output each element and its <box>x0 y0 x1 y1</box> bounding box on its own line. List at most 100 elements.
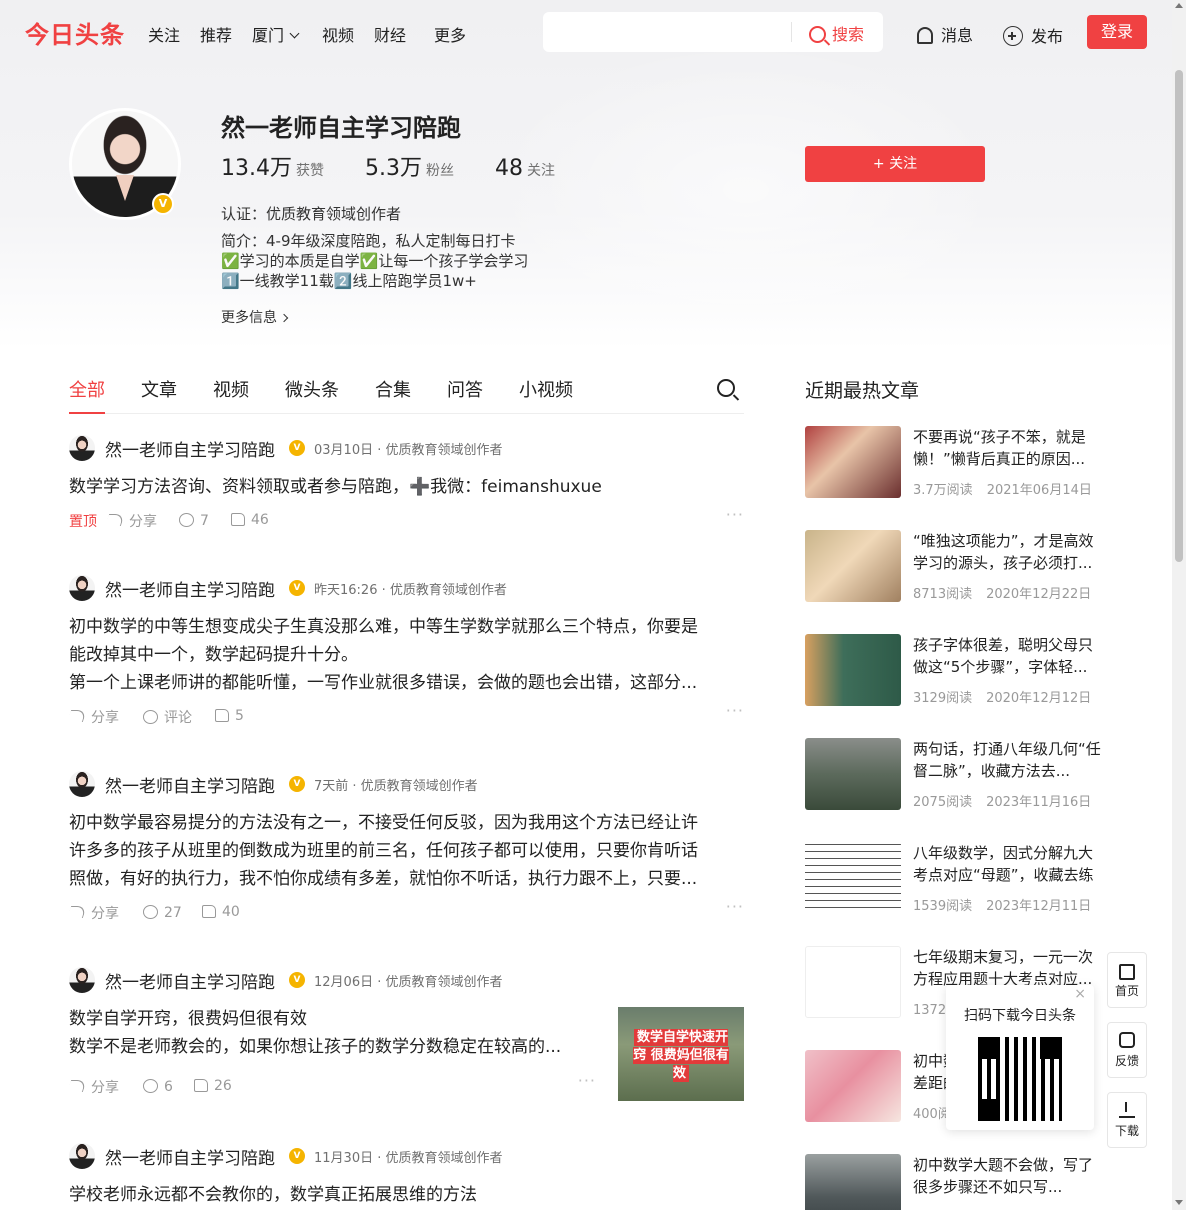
more-options-icon[interactable]: ··· <box>726 505 744 524</box>
post-author[interactable]: 然一老师自主学习陪跑 <box>105 968 275 993</box>
hot-article-thumbnail <box>805 634 901 706</box>
avatar[interactable] <box>69 967 95 993</box>
post-meta: 03月10日 · 优质教育领域创作者 <box>314 443 503 458</box>
share-button[interactable]: 分享 <box>66 903 119 923</box>
avatar[interactable] <box>69 575 95 601</box>
like-count: 5 <box>235 708 244 724</box>
nav-video[interactable]: 视频 <box>322 22 354 46</box>
tab-articles[interactable]: 文章 <box>141 376 177 402</box>
more-info-link[interactable]: 更多信息 <box>221 307 289 327</box>
toutiao-logo[interactable]: 今日头条 <box>25 15 125 50</box>
post-author[interactable]: 然一老师自主学习陪跑 <box>105 436 275 461</box>
nav-follow[interactable]: 关注 <box>148 22 180 46</box>
close-icon[interactable]: × <box>1074 986 1086 1002</box>
post-thumbnail[interactable]: 数学自学快速开窍 很费妈但很有效 <box>618 1007 744 1101</box>
hot-article[interactable]: 两句话，打通八年级几何“任督二脉”，收藏方法去... 2075阅读 2023年11… <box>805 738 1105 810</box>
download-button[interactable]: 下载 <box>1107 1092 1147 1148</box>
tab-micro[interactable]: 微头条 <box>285 376 339 402</box>
avatar[interactable] <box>69 1143 95 1169</box>
nav-city[interactable]: 厦门 <box>252 22 300 46</box>
hot-article[interactable]: 初中数学大题不会做，写了很多步骤还不如只写... <box>805 1154 1105 1210</box>
hot-article-thumbnail <box>805 426 901 498</box>
download-label: 下载 <box>1114 1124 1139 1138</box>
post-text-line: 能改掉其中一个，数学起码提升十分。 <box>69 645 358 665</box>
comment-count: 6 <box>164 1079 173 1095</box>
scroll-up-arrow-icon[interactable] <box>1175 3 1183 8</box>
like-button[interactable]: 5 <box>215 707 244 724</box>
hot-article-thumbnail <box>805 1050 901 1122</box>
comment-button[interactable]: 6 <box>143 1077 173 1095</box>
post-text[interactable]: 初中数学最容易提分的方法没有之一，不接受任何反驳，因为我用这个方法已经让许 许多… <box>69 809 744 893</box>
hot-article-reads: 3.7万阅读 <box>913 483 973 498</box>
stat-fans[interactable]: 5.3万 粉丝 <box>365 150 454 182</box>
more-options-icon[interactable]: ··· <box>726 701 744 720</box>
hot-article-meta: 1539阅读 2023年12月11日 <box>913 895 1091 914</box>
post-text[interactable]: 数学自学开窍，很费妈但很有效 数学不是老师教会的，如果你想让孩子的数学分数稳定在… <box>69 1005 599 1061</box>
more-options-icon[interactable]: ··· <box>726 897 744 916</box>
avatar[interactable] <box>69 771 95 797</box>
hot-article-thumbnail <box>805 1154 901 1210</box>
hot-article-reads: 3129阅读 <box>913 691 973 706</box>
thumbs-up-icon <box>215 709 229 722</box>
profile-stats: 13.4万 获赞 5.3万 粉丝 48 关注 <box>221 150 589 182</box>
home-button[interactable]: 首页 <box>1107 952 1147 1008</box>
scroll-down-arrow-icon[interactable] <box>1175 1200 1183 1205</box>
publish-button[interactable]: 发布 <box>1003 22 1063 47</box>
messages-button[interactable]: 消息 <box>917 22 973 46</box>
bell-icon <box>917 27 933 44</box>
stat-fans-label: 粉丝 <box>426 163 454 179</box>
hot-article-title: 初中数学大题不会做，写了很多步骤还不如只写... <box>913 1156 1094 1196</box>
search-button[interactable]: 搜索 <box>809 21 864 45</box>
nav-recommend[interactable]: 推荐 <box>200 22 232 46</box>
post-author[interactable]: 然一老师自主学习陪跑 <box>105 1144 275 1169</box>
login-button[interactable]: 登录 <box>1087 15 1147 49</box>
follow-button[interactable]: + 关注 <box>805 146 985 182</box>
post-text[interactable]: 数学学习方法咨询、资料领取或者参与陪跑，➕我微：feimanshuxue <box>69 473 744 501</box>
avatar[interactable] <box>69 435 95 461</box>
feedback-button[interactable]: 反馈 <box>1107 1022 1147 1078</box>
hot-article[interactable]: 不要再说“孩子不笨，就是懒！”懒背后真正的原因... 3.7万阅读 2021年06… <box>805 426 1105 498</box>
share-button[interactable]: 分享 <box>104 511 157 531</box>
post-actions: 分享 6 26 ··· <box>66 1071 596 1099</box>
scrollbar-thumb[interactable] <box>1175 70 1183 562</box>
post-text[interactable]: 初中数学的中等生想变成尖子生真没那么难，中等生学数学就那么三个特点，你要是 能改… <box>69 613 744 697</box>
hot-article[interactable]: 孩子字体很差，聪明父母只做这“5个步骤”，字体轻... 3129阅读 2020年1… <box>805 634 1105 706</box>
profile-intro: 简介：4-9年级深度陪跑，私人定制每日打卡 ✅学习的本质是自学✅让每一个孩子学会… <box>221 231 528 291</box>
tab-collections[interactable]: 合集 <box>375 376 411 402</box>
like-button[interactable]: 46 <box>231 511 269 528</box>
share-button[interactable]: 分享 <box>66 1077 119 1097</box>
post-text-line: 初中数学的中等生想变成尖子生真没那么难，中等生学数学就那么三个特点，你要是 <box>69 617 698 637</box>
search-input[interactable] <box>555 18 785 46</box>
nav-more[interactable]: 更多 <box>434 22 466 46</box>
search-icon[interactable] <box>717 379 735 397</box>
hot-article[interactable]: 八年级数学，因式分解九大考点对应“母题”，收藏去练 1539阅读 2023年12月… <box>805 842 1105 914</box>
verified-badge-icon: V <box>289 776 305 792</box>
post-author[interactable]: 然一老师自主学习陪跑 <box>105 772 275 797</box>
hot-article-meta: 2075阅读 2023年11月16日 <box>913 791 1091 810</box>
hot-article[interactable]: “唯独这项能力”，才是高效学习的源头，孩子必须打... 8713阅读 2020年1… <box>805 530 1105 602</box>
stat-following[interactable]: 48 关注 <box>495 156 555 181</box>
hot-article-title: 八年级数学，因式分解九大考点对应“母题”，收藏去练 <box>913 844 1094 884</box>
post-text-line: 照做，有好的执行力，我不怕你成绩有多差，就怕你不听话，执行力跟不上，只要... <box>69 869 698 889</box>
feed-post: 然一老师自主学习陪跑 V 03月10日 · 优质教育领域创作者 数学学习方法咨询… <box>69 435 744 533</box>
tab-videos[interactable]: 视频 <box>213 376 249 402</box>
post-author[interactable]: 然一老师自主学习陪跑 <box>105 576 275 601</box>
more-info-label: 更多信息 <box>221 310 277 326</box>
tab-short-video[interactable]: 小视频 <box>519 376 573 402</box>
stat-likes-value: 13.4万 <box>221 156 292 181</box>
more-options-icon[interactable]: ··· <box>578 1071 596 1090</box>
share-button[interactable]: 分享 <box>66 707 119 727</box>
post-header: 然一老师自主学习陪跑 V 11月30日 · 优质教育领域创作者 <box>69 1143 744 1169</box>
comment-button[interactable]: 评论 <box>143 707 192 727</box>
comment-button[interactable]: 27 <box>143 903 182 921</box>
nav-finance[interactable]: 财经 <box>374 22 406 46</box>
post-text[interactable]: 学校老师永远都不会教你的，数学真正拓展思维的方法 <box>69 1181 744 1209</box>
like-button[interactable]: 40 <box>202 903 240 920</box>
comment-count: 7 <box>200 513 209 529</box>
pinned-tag: 置顶 <box>69 514 97 530</box>
tab-qa[interactable]: 问答 <box>447 376 483 402</box>
post-header: 然一老师自主学习陪跑 V 7天前 · 优质教育领域创作者 <box>69 771 744 797</box>
comment-button[interactable]: 7 <box>179 511 209 529</box>
tab-all[interactable]: 全部 <box>69 376 105 414</box>
like-button[interactable]: 26 <box>194 1077 232 1094</box>
